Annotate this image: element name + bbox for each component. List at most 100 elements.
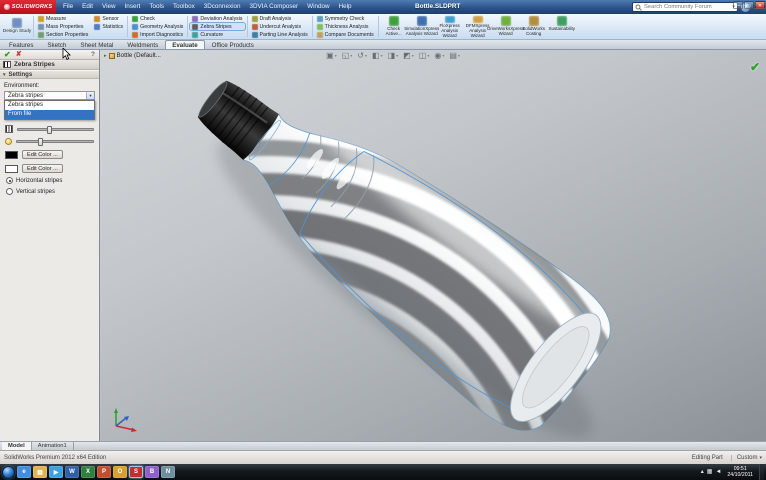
ribbon-button[interactable]: Curvature <box>190 31 244 38</box>
ribbon-button[interactable]: Draft Analysis <box>250 15 310 22</box>
tool-dropdown-icon[interactable]: ▾ <box>396 51 398 60</box>
slider-thumb[interactable] <box>46 125 52 134</box>
notepad-icon[interactable]: N <box>161 466 175 478</box>
ribbon-button[interactable]: Deviation Analysis <box>190 15 244 22</box>
maximize-button[interactable]: □ <box>744 1 754 9</box>
menu-item[interactable]: Help <box>338 0 353 14</box>
feature-tree-flyout[interactable]: ▸ Bottle (Default... <box>104 52 161 59</box>
ribbon-button[interactable]: Thickness Analysis <box>315 23 376 30</box>
dropdown-option[interactable]: From file <box>5 110 94 119</box>
ok-button[interactable]: ✔ <box>4 50 11 60</box>
ribbon-wizard-button[interactable]: SimulationXpress Analysis Wizard <box>404 14 439 39</box>
ribbon-button[interactable]: Measure <box>36 15 90 22</box>
radio-button-icon[interactable] <box>6 177 13 184</box>
ribbon-button[interactable]: Symmetry Check <box>315 15 376 22</box>
confirmation-corner-check[interactable]: ✔ <box>750 60 760 74</box>
ribbon-button[interactable]: Sensor <box>92 15 125 22</box>
command-tab[interactable]: Weldments <box>120 40 165 49</box>
headsup-tool[interactable]: ◉ ▾ <box>434 51 444 60</box>
network-icon[interactable]: ▦ <box>707 466 713 478</box>
menu-item[interactable]: Tools <box>148 0 165 14</box>
minimize-button[interactable]: — <box>733 1 743 9</box>
model-tab[interactable]: Animation1 <box>32 442 74 450</box>
ribbon-wizard-button[interactable]: DriveWorksXpress Wizard <box>487 14 524 39</box>
menu-item[interactable]: Toolbox <box>172 0 196 14</box>
ribbon-wizard-button[interactable]: FloXpress Analysis Wizard <box>436 14 464 39</box>
tool-dropdown-icon[interactable]: ▾ <box>427 51 429 60</box>
ribbon-button[interactable]: Section Properties <box>36 31 90 38</box>
headsup-tool[interactable]: ↺ ▾ <box>357 51 367 60</box>
custom-units-dropdown[interactable]: Custom ▾ <box>730 454 762 461</box>
menu-item[interactable]: Edit <box>81 0 94 14</box>
units-dropdown-icon[interactable]: ▾ <box>759 455 762 461</box>
ribbon-wizard-button[interactable]: SolidWorks Costing <box>520 14 548 39</box>
windows-explorer-icon[interactable]: ▤ <box>33 466 47 478</box>
headsup-tool[interactable]: ◩ ▾ <box>403 51 414 60</box>
tool-dropdown-icon[interactable]: ▾ <box>365 51 367 60</box>
headsup-tool[interactable]: ◫ ▾ <box>419 51 430 60</box>
bottle-3d-model[interactable] <box>100 50 766 441</box>
community-search-box[interactable]: ▾ <box>632 2 738 12</box>
model-tab[interactable]: Model <box>2 442 32 450</box>
close-button[interactable]: ✕ <box>755 1 765 9</box>
environment-combobox[interactable]: Zebra stripes ▾ <box>4 91 95 100</box>
command-tab[interactable]: Office Products <box>205 40 261 49</box>
edit-color-button[interactable]: Edit Color ... <box>22 150 63 159</box>
ribbon-wizard-button[interactable]: Sustainability <box>548 14 576 39</box>
media-player-icon[interactable]: ▶ <box>49 466 63 478</box>
headsup-tool[interactable]: ▣ ▾ <box>326 51 337 60</box>
solidworks-icon[interactable]: S <box>129 466 143 478</box>
headsup-tool[interactable]: ◨ ▾ <box>388 51 399 60</box>
tool-dropdown-icon[interactable]: ▾ <box>381 51 383 60</box>
headsup-tool[interactable]: ◧ ▾ <box>372 51 383 60</box>
menu-item[interactable]: Window <box>306 0 330 14</box>
menu-item[interactable]: File <box>62 0 74 14</box>
command-tab[interactable]: Sheet Metal <box>73 40 120 49</box>
show-hidden-icons-icon[interactable]: ▴ <box>701 466 704 478</box>
word-icon[interactable]: W <box>65 466 79 478</box>
menu-item[interactable]: Insert <box>124 0 142 14</box>
edit-color-button[interactable]: Edit Color ... <box>22 164 63 173</box>
search-input[interactable] <box>644 4 731 10</box>
outlook-icon[interactable]: O <box>113 466 127 478</box>
internet-explorer-icon[interactable]: e <box>17 466 31 478</box>
dropdown-option[interactable]: Zebra stripes <box>5 101 94 110</box>
tree-expand-icon[interactable]: ▸ <box>104 53 107 59</box>
menu-item[interactable]: 3DVIA Composer <box>249 0 300 14</box>
number-of-stripes-slider[interactable] <box>17 125 94 134</box>
powerpoint-icon[interactable]: P <box>97 466 111 478</box>
paint-icon[interactable]: B <box>145 466 159 478</box>
combobox-dropdown-icon[interactable]: ▾ <box>86 92 94 99</box>
command-tab[interactable]: Evaluate <box>165 40 205 49</box>
design-study-button[interactable]: Design Study <box>2 14 32 39</box>
settings-group-header[interactable]: ▾ Settings <box>0 70 99 79</box>
ribbon-button[interactable]: Import Diagnostics <box>130 31 185 38</box>
pm-help-icon[interactable]: ? <box>91 51 95 58</box>
taskbar-clock[interactable]: 09:51 24/10/2011 <box>724 466 756 478</box>
tool-dropdown-icon[interactable]: ▾ <box>412 51 414 60</box>
ribbon-button[interactable]: Geometry Analysis <box>130 23 185 30</box>
ribbon-button[interactable]: Undercut Analysis <box>250 23 310 30</box>
ribbon-button[interactable]: Statistics <box>92 23 125 30</box>
menu-item[interactable]: 3Dconnexion <box>203 0 242 14</box>
ribbon-button[interactable]: Mass Properties <box>36 23 90 30</box>
start-button[interactable] <box>2 465 15 479</box>
ribbon-button[interactable]: Check <box>130 15 185 22</box>
radio-button-icon[interactable] <box>6 188 13 195</box>
command-tab[interactable]: Features <box>2 40 40 49</box>
menu-item[interactable]: View <box>101 0 117 14</box>
radio-row[interactable]: Vertical stripes <box>6 188 94 195</box>
tool-dropdown-icon[interactable]: ▾ <box>458 51 460 60</box>
ribbon-button[interactable]: Compare Documents <box>315 31 376 38</box>
cancel-button[interactable]: ✘ <box>16 50 22 60</box>
tool-dropdown-icon[interactable]: ▾ <box>442 51 444 60</box>
ribbon-button[interactable]: Parting Line Analysis <box>250 31 310 38</box>
show-desktop-button[interactable] <box>759 464 764 480</box>
radio-row[interactable]: Horizontal stripes <box>6 177 94 184</box>
volume-icon[interactable]: ◄ <box>715 466 721 478</box>
headsup-tool[interactable]: ◱ ▾ <box>342 51 353 60</box>
tool-dropdown-icon[interactable]: ▾ <box>335 51 337 60</box>
excel-icon[interactable]: X <box>81 466 95 478</box>
graphics-viewport[interactable]: ▣ ▾ ◱ ▾ ↺ ▾ ◧ ▾ ◨ ▾ ◩ ▾ ◫ ▾ ◉ ▾ ▤ ▾ ▸ Bo… <box>100 50 766 441</box>
tool-dropdown-icon[interactable]: ▾ <box>350 51 352 60</box>
